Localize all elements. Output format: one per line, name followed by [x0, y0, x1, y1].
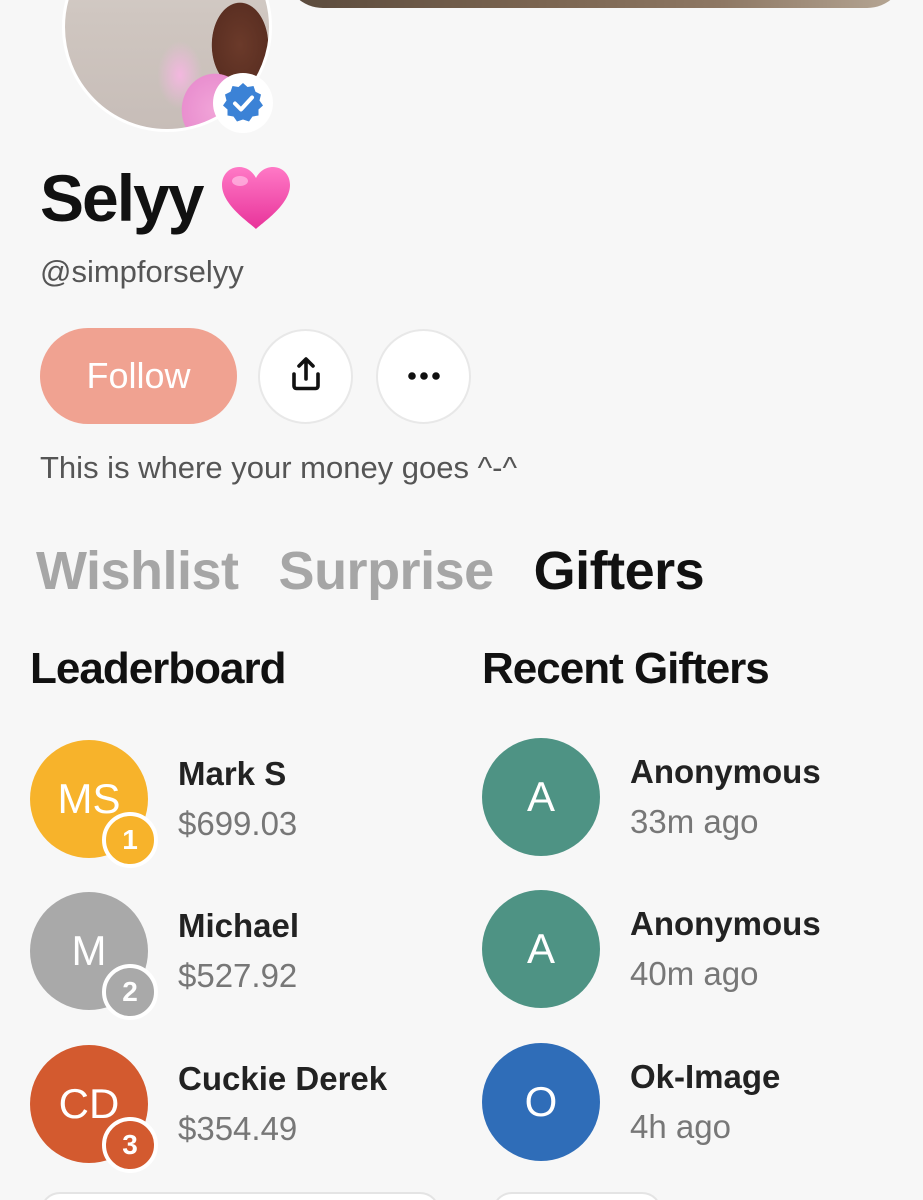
gifter-name: Anonymous	[630, 753, 821, 790]
avatar-initials: A	[526, 925, 555, 972]
tab-wishlist[interactable]: Wishlist	[36, 540, 239, 602]
follow-button[interactable]: Follow	[40, 328, 237, 424]
profile-handle: @simpforselyy	[40, 254, 244, 289]
tab-gifters[interactable]: Gifters	[534, 540, 705, 602]
gifter-avatar: O	[482, 1043, 600, 1161]
gift-time: 33m ago	[630, 803, 759, 840]
recent-gifters-title: Recent Gifters	[482, 644, 770, 693]
gifter-info: Anonymous 40m ago	[630, 905, 821, 993]
recent-more-button[interactable]	[492, 1192, 662, 1200]
avatar-initials: M	[71, 927, 107, 974]
leaderboard-row[interactable]: MS 1 Mark S $699.03	[30, 740, 297, 868]
gifter-info: Ok-Image 4h ago	[630, 1058, 780, 1146]
gifter-name: Ok-Image	[630, 1058, 781, 1095]
profile-bio: This is where your money goes ^-^	[40, 450, 518, 485]
avatar-initials: O	[524, 1078, 558, 1125]
leaderboard-title: Leaderboard	[30, 644, 287, 693]
profile-avatar-container	[62, 0, 273, 133]
rank-badge: 2	[102, 964, 158, 1020]
more-icon	[407, 368, 441, 386]
more-button[interactable]	[376, 329, 471, 424]
gifter-name: Mark S	[178, 755, 287, 792]
leaderboard-row[interactable]: CD 3 Cuckie Derek $354.49	[30, 1045, 387, 1173]
gifter-avatar: A	[482, 890, 600, 1008]
avatar-initials: MS	[57, 775, 121, 822]
gift-time: 4h ago	[630, 1108, 731, 1145]
share-icon	[286, 354, 326, 399]
leaderboard-row[interactable]: M 2 Michael $527.92	[30, 892, 299, 1020]
recent-gifter-row[interactable]: A Anonymous 33m ago	[482, 738, 821, 856]
gifter-amount: $699.03	[178, 805, 298, 842]
gifter-info: Mark S $699.03	[178, 755, 297, 843]
gifter-avatar: CD 3	[30, 1045, 158, 1173]
gifter-avatar: A	[482, 738, 600, 856]
verified-badge-icon	[213, 73, 273, 133]
recent-gifter-row[interactable]: O Ok-Image 4h ago	[482, 1043, 780, 1161]
gifter-avatar: MS 1	[30, 740, 158, 868]
profile-name-row: Selyy	[40, 160, 292, 236]
gifter-name: Michael	[178, 907, 300, 944]
gift-time: 40m ago	[630, 955, 759, 992]
avatar-initials: CD	[58, 1080, 120, 1127]
gifter-name: Anonymous	[630, 905, 821, 942]
gifter-info: Anonymous 33m ago	[630, 753, 821, 841]
share-button[interactable]	[258, 329, 353, 424]
profile-tabs: Wishlist Surprise Gifters	[36, 540, 705, 602]
gifter-amount: $354.49	[178, 1110, 298, 1147]
rank-badge: 1	[102, 812, 158, 868]
recent-gifter-row[interactable]: A Anonymous 40m ago	[482, 890, 821, 1008]
tab-surprise[interactable]: Surprise	[279, 540, 495, 602]
gifter-name: Cuckie Derek	[178, 1060, 388, 1097]
gifter-avatar: M 2	[30, 892, 158, 1020]
cover-image	[285, 0, 905, 8]
avatar-initials: A	[526, 773, 555, 820]
pink-heart-icon	[220, 165, 292, 231]
rank-badge: 3	[102, 1117, 158, 1173]
leaderboard-more-button[interactable]	[40, 1192, 440, 1200]
gifter-amount: $527.92	[178, 957, 298, 994]
profile-name: Selyy	[40, 161, 204, 235]
gifter-info: Cuckie Derek $354.49	[178, 1060, 387, 1148]
gifter-info: Michael $527.92	[178, 907, 299, 995]
